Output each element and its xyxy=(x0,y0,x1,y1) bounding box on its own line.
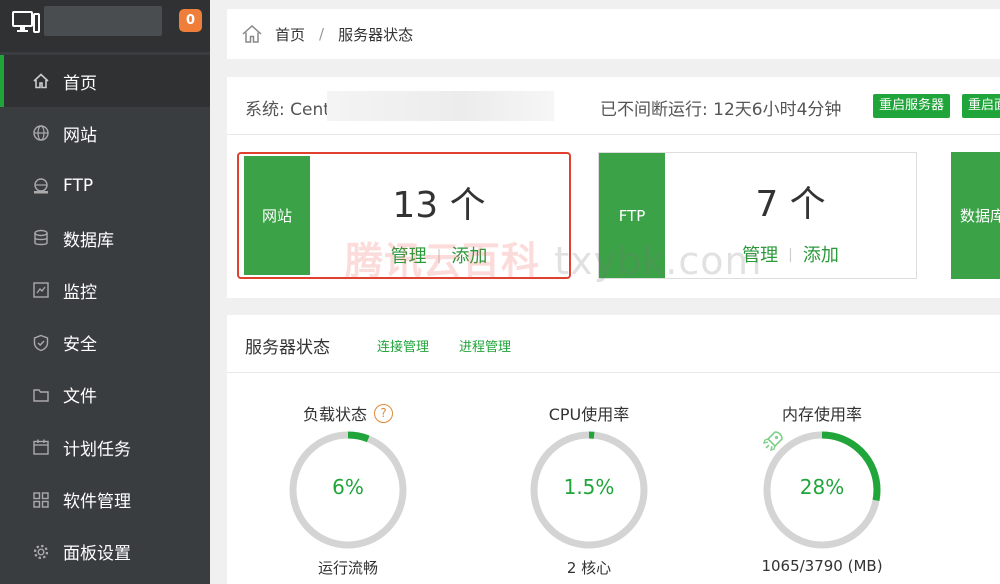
sidebar-item-label: 软件管理 xyxy=(63,492,131,513)
load-gauge: 负载状态 ? 6% 运行流畅 xyxy=(283,401,413,578)
status-header: 服务器状态 连接管理 进程管理 xyxy=(227,315,1000,373)
sidebar-header: 0 xyxy=(0,0,210,52)
sidebar-item-label: 安全 xyxy=(63,335,97,356)
sidebar-item-label: 数据库 xyxy=(63,230,114,251)
sidebar-menu: 首页 网站 FTP 数据库 监控 安全 文件 计划任务 软件管理 面板设置 xyxy=(0,55,210,578)
apps-icon xyxy=(32,491,50,509)
load-label: 负载状态 xyxy=(302,405,367,424)
breadcrumb-current: 服务器状态 xyxy=(338,25,414,44)
system-info-masked xyxy=(327,91,554,121)
cpu-gauge: CPU使用率 1.5% 2 核心 xyxy=(524,401,654,578)
memory-value: 28% xyxy=(799,475,845,499)
breadcrumb-home[interactable]: 首页 xyxy=(275,24,305,45)
cpu-label: CPU使用率 xyxy=(548,405,630,424)
sidebar-item-cron[interactable]: 计划任务 xyxy=(0,421,210,473)
database-card: 数据库 xyxy=(951,152,1000,279)
card-label: 网站 xyxy=(244,156,310,275)
card-links: 管理 | 添加 xyxy=(309,242,569,268)
memory-subtext: 1065/3790 (MB) xyxy=(761,557,883,575)
monitor-icon xyxy=(32,281,50,299)
server-status-panel: 服务器状态 连接管理 进程管理 负载状态 ? 6% 运行流畅 CPU使用率 1.… xyxy=(227,315,1000,584)
globe-icon xyxy=(32,124,50,142)
calendar-icon xyxy=(32,438,50,456)
card-label: 数据库 xyxy=(951,152,1000,279)
notification-badge[interactable]: 0 xyxy=(179,9,202,32)
sidebar-item-website[interactable]: 网站 xyxy=(0,107,210,159)
sidebar-item-software[interactable]: 软件管理 xyxy=(0,473,210,525)
gauge-label: CPU使用率 xyxy=(524,401,654,425)
folder-icon xyxy=(32,386,50,404)
home-icon[interactable] xyxy=(241,23,263,45)
connection-manage-link[interactable]: 连接管理 xyxy=(377,336,429,355)
sidebar-item-label: 首页 xyxy=(63,73,97,94)
manage-ftp-link[interactable]: 管理 xyxy=(742,245,778,266)
restart-server-button[interactable]: 重启服务器 xyxy=(873,94,951,118)
gauge-ring[interactable]: 6% xyxy=(287,429,409,551)
sidebar-item-settings[interactable]: 面板设置 xyxy=(0,526,210,578)
shield-icon xyxy=(32,334,50,352)
system-label: 系统: Cent xyxy=(245,100,330,120)
sidebar-item-label: 计划任务 xyxy=(63,439,131,460)
sidebar-item-ftp[interactable]: FTP xyxy=(0,160,210,212)
sidebar-item-files[interactable]: 文件 xyxy=(0,369,210,421)
add-ftp-link[interactable]: 添加 xyxy=(803,245,839,266)
cpu-subtext: 2 核心 xyxy=(566,559,612,577)
gear-icon xyxy=(32,543,50,561)
ftp-count: 7 个 xyxy=(755,184,826,225)
server-monitor-icon xyxy=(12,11,40,33)
sidebar-item-home[interactable]: 首页 xyxy=(0,55,210,108)
breadcrumb: 首页 / 服务器状态 xyxy=(227,9,1000,59)
database-icon xyxy=(32,229,50,247)
main-content: 首页 / 服务器状态 系统: Cent 已不间断运行: 12天6小时4分钟 重启… xyxy=(210,0,1000,584)
sidebar-item-label: FTP xyxy=(63,175,94,196)
help-icon[interactable]: ? xyxy=(374,403,393,423)
sidebar-item-label: 面板设置 xyxy=(63,544,131,565)
card-links: 管理 | 添加 xyxy=(665,241,916,267)
sidebar-item-monitor[interactable]: 监控 xyxy=(0,264,210,316)
website-card: 网站 13 个 管理 | 添加 xyxy=(237,152,571,279)
gauge-ring[interactable]: 1.5% xyxy=(528,429,650,551)
sidebar-item-security[interactable]: 安全 xyxy=(0,316,210,368)
system-info-bar: 系统: Cent 已不间断运行: 12天6小时4分钟 重启服务器 重启面 xyxy=(227,77,1000,135)
status-title: 服务器状态 xyxy=(245,338,330,358)
link-separator: | xyxy=(788,247,793,263)
memory-gauge: 内存使用率 28% 1065/3790 (MB) xyxy=(757,401,887,575)
sidebar-item-label: 监控 xyxy=(63,282,97,303)
gauge-label: 内存使用率 xyxy=(757,401,887,425)
website-count: 13 个 xyxy=(392,185,486,226)
rocket-icon[interactable] xyxy=(761,429,785,453)
card-label: FTP xyxy=(599,153,665,278)
link-separator: | xyxy=(436,248,442,264)
gauge-label: 负载状态 ? xyxy=(283,401,413,425)
hostname-masked xyxy=(44,6,162,36)
sidebar-item-label: 文件 xyxy=(63,387,97,408)
sidebar-item-database[interactable]: 数据库 xyxy=(0,212,210,264)
process-manage-link[interactable]: 进程管理 xyxy=(459,336,511,355)
overview-cards: 网站 13 个 管理 | 添加 FTP 7 个 管理 | 添加 数据库 xyxy=(227,135,1000,298)
sidebar: 0 首页 网站 FTP 数据库 监控 安全 文件 计划任务 软件管理 面板设置 xyxy=(0,0,210,584)
ftp-icon xyxy=(32,177,50,195)
gauge-ring[interactable]: 28% xyxy=(761,429,883,551)
add-website-link[interactable]: 添加 xyxy=(451,246,487,267)
cpu-value: 1.5% xyxy=(563,475,615,499)
load-value: 6% xyxy=(332,475,364,499)
breadcrumb-separator: / xyxy=(319,25,325,43)
memory-label: 内存使用率 xyxy=(781,405,862,424)
uptime-text: 已不间断运行: 12天6小时4分钟 xyxy=(600,100,842,120)
restart-panel-button[interactable]: 重启面 xyxy=(962,94,1000,118)
manage-website-link[interactable]: 管理 xyxy=(391,246,427,267)
home-icon xyxy=(32,72,50,90)
ftp-card: FTP 7 个 管理 | 添加 xyxy=(598,152,917,279)
load-subtext: 运行流畅 xyxy=(317,559,378,577)
sidebar-item-label: 网站 xyxy=(63,125,97,146)
